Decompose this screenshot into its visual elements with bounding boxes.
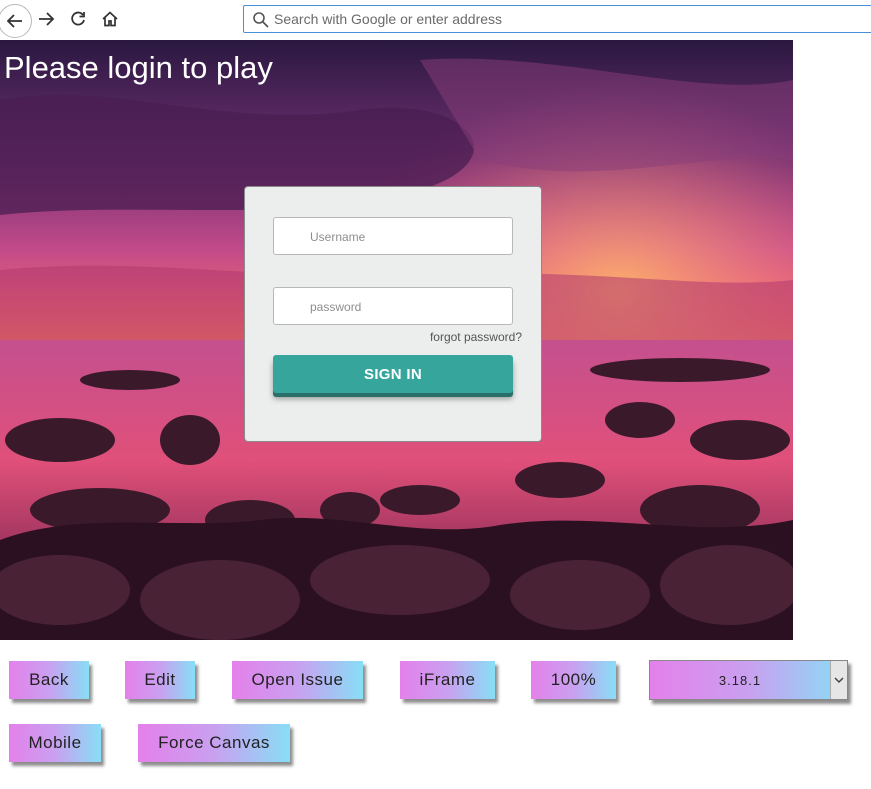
forward-arrow-icon xyxy=(39,12,55,26)
game-canvas[interactable]: Please login to play forgot password? SI… xyxy=(0,40,793,640)
password-field[interactable] xyxy=(273,287,513,325)
back-arrow-icon xyxy=(6,14,22,28)
address-bar[interactable] xyxy=(243,5,871,33)
login-panel: forgot password? SIGN IN xyxy=(244,186,542,442)
back-button[interactable]: Back xyxy=(9,661,89,699)
forward-nav-button[interactable] xyxy=(31,4,61,34)
home-button[interactable] xyxy=(95,4,125,34)
home-icon xyxy=(102,11,118,27)
search-icon xyxy=(253,12,269,28)
version-select-value: 3.18.1 xyxy=(718,672,762,688)
sign-in-button[interactable]: SIGN IN xyxy=(273,355,513,393)
username-input[interactable] xyxy=(310,228,500,246)
forgot-password-link[interactable]: forgot password? xyxy=(430,330,522,344)
address-input[interactable] xyxy=(274,9,864,29)
version-select[interactable]: 3.18.1 xyxy=(649,660,848,700)
force-canvas-button[interactable]: Force Canvas xyxy=(138,724,290,762)
chevron-down-icon[interactable] xyxy=(830,661,847,699)
username-field[interactable] xyxy=(273,217,513,255)
login-prompt-title: Please login to play xyxy=(4,50,273,85)
iframe-button[interactable]: iFrame xyxy=(400,661,495,699)
back-nav-button[interactable] xyxy=(0,4,32,38)
edit-button[interactable]: Edit xyxy=(125,661,195,699)
reload-icon xyxy=(71,11,85,26)
open-issue-button[interactable]: Open Issue xyxy=(232,661,363,699)
zoom-100-button[interactable]: 100% xyxy=(531,661,616,699)
mobile-button[interactable]: Mobile xyxy=(9,724,101,762)
password-input[interactable] xyxy=(310,298,500,316)
browser-toolbar xyxy=(0,0,871,40)
reload-button[interactable] xyxy=(63,4,93,34)
